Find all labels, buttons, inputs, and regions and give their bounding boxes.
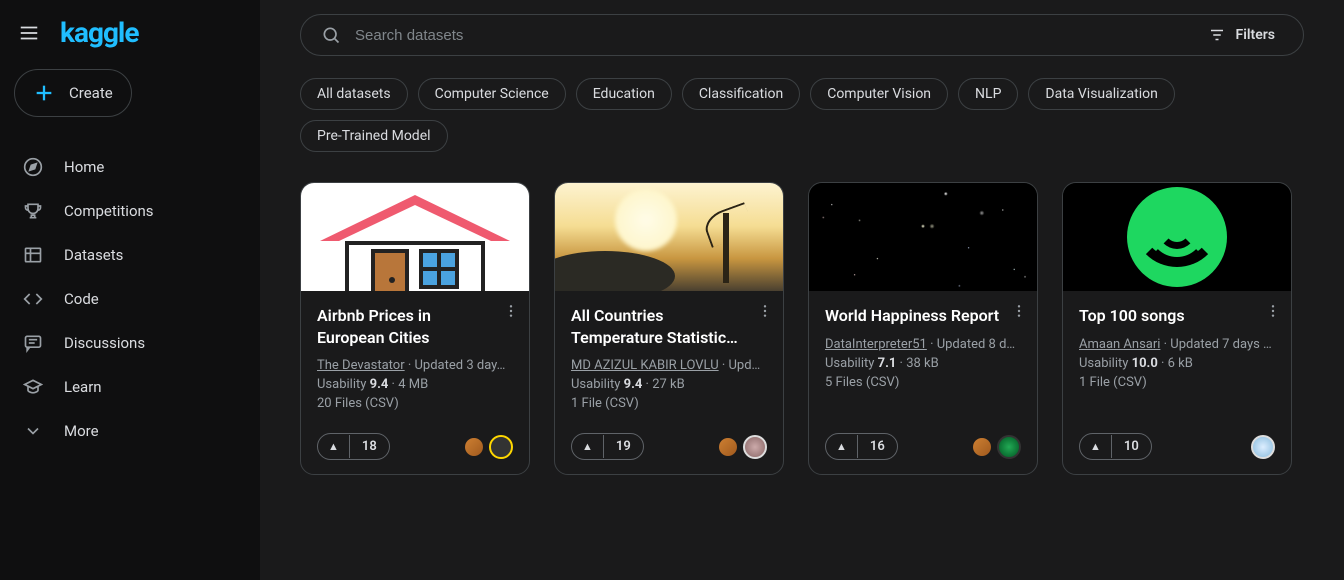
chip-classification[interactable]: Classification: [682, 78, 800, 110]
create-button[interactable]: Create: [14, 69, 132, 117]
sidebar-item-discussions[interactable]: Discussions: [0, 321, 260, 365]
card-title: World Happiness Report: [825, 305, 1021, 327]
upvote-control[interactable]: ▲ 19: [571, 433, 644, 460]
chip-education[interactable]: Education: [576, 78, 672, 110]
upvote-control[interactable]: ▲ 10: [1079, 433, 1152, 460]
card-title: Airbnb Prices in European Cities: [317, 305, 513, 348]
filter-icon: [1208, 26, 1226, 44]
card-usability-line: Usability 9.4 · 4 MB: [317, 377, 513, 392]
card-author-line: The Devastator · Updated 3 day…: [317, 358, 513, 373]
card-usability-line: Usability 9.4 · 27 kB: [571, 377, 767, 392]
create-label: Create: [69, 84, 113, 102]
compass-icon: [22, 156, 44, 178]
chip-computer-vision[interactable]: Computer Vision: [810, 78, 948, 110]
chip-nlp[interactable]: NLP: [958, 78, 1018, 110]
sidebar-item-label: Learn: [64, 378, 102, 396]
chip-data-visualization[interactable]: Data Visualization: [1028, 78, 1174, 110]
sidebar-item-home[interactable]: Home: [0, 145, 260, 189]
dataset-cards: Airbnb Prices in European Cities The Dev…: [260, 182, 1344, 475]
card-author[interactable]: DataInterpreter51: [825, 337, 927, 352]
sidebar-item-label: More: [64, 422, 99, 440]
card-thumbnail: [1063, 183, 1291, 291]
main-content: Filters All datasets Computer Science Ed…: [260, 0, 1344, 580]
card-author[interactable]: Amaan Ansari: [1079, 337, 1160, 352]
hamburger-menu-icon[interactable]: [18, 22, 40, 44]
graduation-cap-icon: [22, 376, 44, 398]
more-options-icon[interactable]: [1265, 303, 1281, 319]
chevron-down-icon: [22, 420, 44, 442]
chip-pre-trained-model[interactable]: Pre-Trained Model: [300, 120, 448, 152]
author-avatar[interactable]: [1251, 435, 1275, 459]
sidebar-item-label: Home: [64, 158, 104, 176]
sidebar-item-label: Competitions: [64, 202, 154, 220]
card-usability-line: Usability 7.1 · 38 kB: [825, 356, 1021, 371]
sidebar-item-competitions[interactable]: Competitions: [0, 189, 260, 233]
card-files: 20 Files (CSV): [317, 396, 513, 411]
more-options-icon[interactable]: [757, 303, 773, 319]
card-thumbnail: [809, 183, 1037, 291]
dataset-card[interactable]: Airbnb Prices in European Cities The Dev…: [300, 182, 530, 475]
chip-computer-science[interactable]: Computer Science: [418, 78, 566, 110]
table-icon: [22, 244, 44, 266]
sidebar-item-label: Code: [64, 290, 99, 308]
card-author-line: Amaan Ansari · Updated 7 days …: [1079, 337, 1275, 352]
search-input[interactable]: [355, 27, 1194, 44]
bronze-medal-icon: [465, 438, 483, 456]
card-author-line: DataInterpreter51 · Updated 8 d…: [825, 337, 1021, 352]
sidebar-item-label: Discussions: [64, 334, 145, 352]
card-updated: Updated 3 day…: [415, 358, 506, 373]
sidebar-item-learn[interactable]: Learn: [0, 365, 260, 409]
filters-button[interactable]: Filters: [1208, 26, 1283, 44]
more-options-icon[interactable]: [503, 303, 519, 319]
plus-icon: [33, 82, 55, 104]
upvote-control[interactable]: ▲ 18: [317, 433, 390, 460]
dataset-card[interactable]: Top 100 songs Amaan Ansari · Updated 7 d…: [1062, 182, 1292, 475]
author-avatar[interactable]: [743, 435, 767, 459]
sidebar-item-code[interactable]: Code: [0, 277, 260, 321]
upvote-icon[interactable]: ▲: [1080, 435, 1112, 458]
card-files: 5 Files (CSV): [825, 375, 1021, 390]
upvote-icon[interactable]: ▲: [826, 435, 858, 458]
chip-all-datasets[interactable]: All datasets: [300, 78, 408, 110]
card-author[interactable]: The Devastator: [317, 358, 405, 373]
sidebar: kaggle Create Home Competitions Datasets…: [0, 0, 260, 580]
upvote-count: 19: [604, 434, 643, 459]
bronze-medal-icon: [719, 438, 737, 456]
upvote-count: 18: [350, 434, 389, 459]
sidebar-item-more[interactable]: More: [0, 409, 260, 453]
upvote-count: 10: [1112, 434, 1151, 459]
card-updated: Updated 7 days …: [1170, 337, 1271, 352]
more-options-icon[interactable]: [1011, 303, 1027, 319]
bronze-medal-icon: [973, 438, 991, 456]
search-icon: [321, 25, 341, 45]
dataset-card[interactable]: All Countries Temperature Statistic… MD …: [554, 182, 784, 475]
sidebar-item-label: Datasets: [64, 246, 123, 264]
comment-icon: [22, 332, 44, 354]
upvote-icon[interactable]: ▲: [318, 435, 350, 458]
upvote-control[interactable]: ▲ 16: [825, 433, 898, 460]
card-files: 1 File (CSV): [571, 396, 767, 411]
author-avatar[interactable]: [489, 435, 513, 459]
card-title: Top 100 songs: [1079, 305, 1275, 327]
sidebar-item-datasets[interactable]: Datasets: [0, 233, 260, 277]
card-author[interactable]: MD AZIZUL KABIR LOVLU: [571, 358, 719, 373]
card-author-line: MD AZIZUL KABIR LOVLU · Upd…: [571, 358, 767, 373]
card-updated: Upd…: [728, 358, 760, 373]
upvote-count: 16: [858, 434, 897, 459]
kaggle-logo[interactable]: kaggle: [60, 16, 138, 49]
search-box[interactable]: Filters: [300, 14, 1304, 56]
author-avatar[interactable]: [997, 435, 1021, 459]
filter-chips: All datasets Computer Science Education …: [260, 78, 1344, 182]
card-usability-line: Usability 10.0 · 6 kB: [1079, 356, 1275, 371]
code-icon: [22, 288, 44, 310]
filters-label: Filters: [1236, 27, 1275, 43]
trophy-icon: [22, 200, 44, 222]
card-updated: Updated 8 d…: [937, 337, 1015, 352]
dataset-card[interactable]: World Happiness Report DataInterpreter51…: [808, 182, 1038, 475]
upvote-icon[interactable]: ▲: [572, 435, 604, 458]
card-thumbnail: [301, 183, 529, 291]
card-files: 1 File (CSV): [1079, 375, 1275, 390]
card-thumbnail: [555, 183, 783, 291]
card-title: All Countries Temperature Statistic…: [571, 305, 767, 348]
